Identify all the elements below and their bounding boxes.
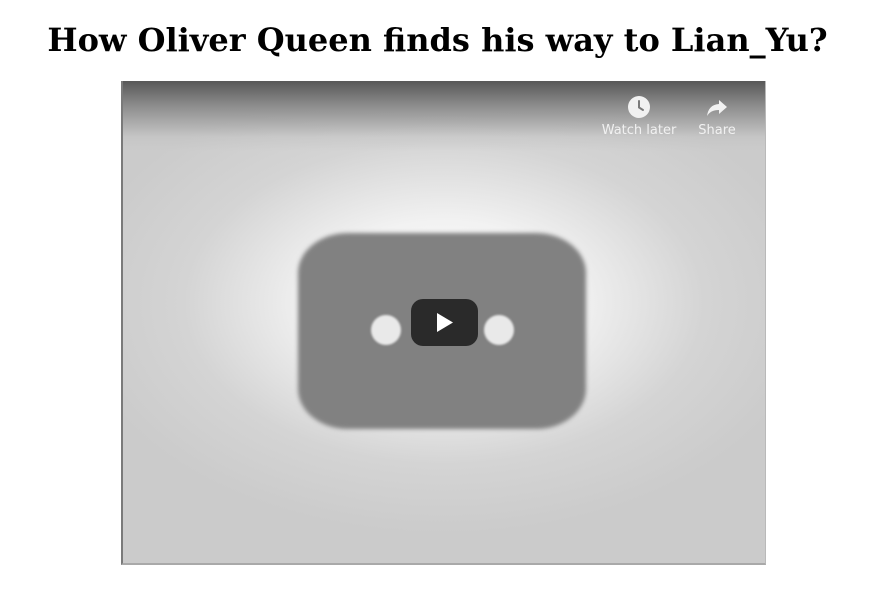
page: How Oliver Queen finds his way to Lian_Y… — [0, 0, 875, 589]
video-embed[interactable]: Watch later Share — [121, 81, 766, 565]
play-icon — [437, 313, 453, 332]
share-button[interactable]: Share — [687, 95, 747, 139]
share-arrow-icon — [707, 100, 727, 116]
share-label: Share — [698, 123, 736, 138]
thumbnail-dot-left — [371, 315, 401, 345]
thumbnail-dot-right — [484, 315, 514, 345]
watch-later-button[interactable]: Watch later — [599, 95, 679, 139]
clock-icon — [628, 96, 650, 118]
page-title: How Oliver Queen finds his way to Lian_Y… — [47, 21, 828, 59]
watch-later-label: Watch later — [601, 123, 677, 138]
play-button[interactable] — [411, 299, 478, 346]
